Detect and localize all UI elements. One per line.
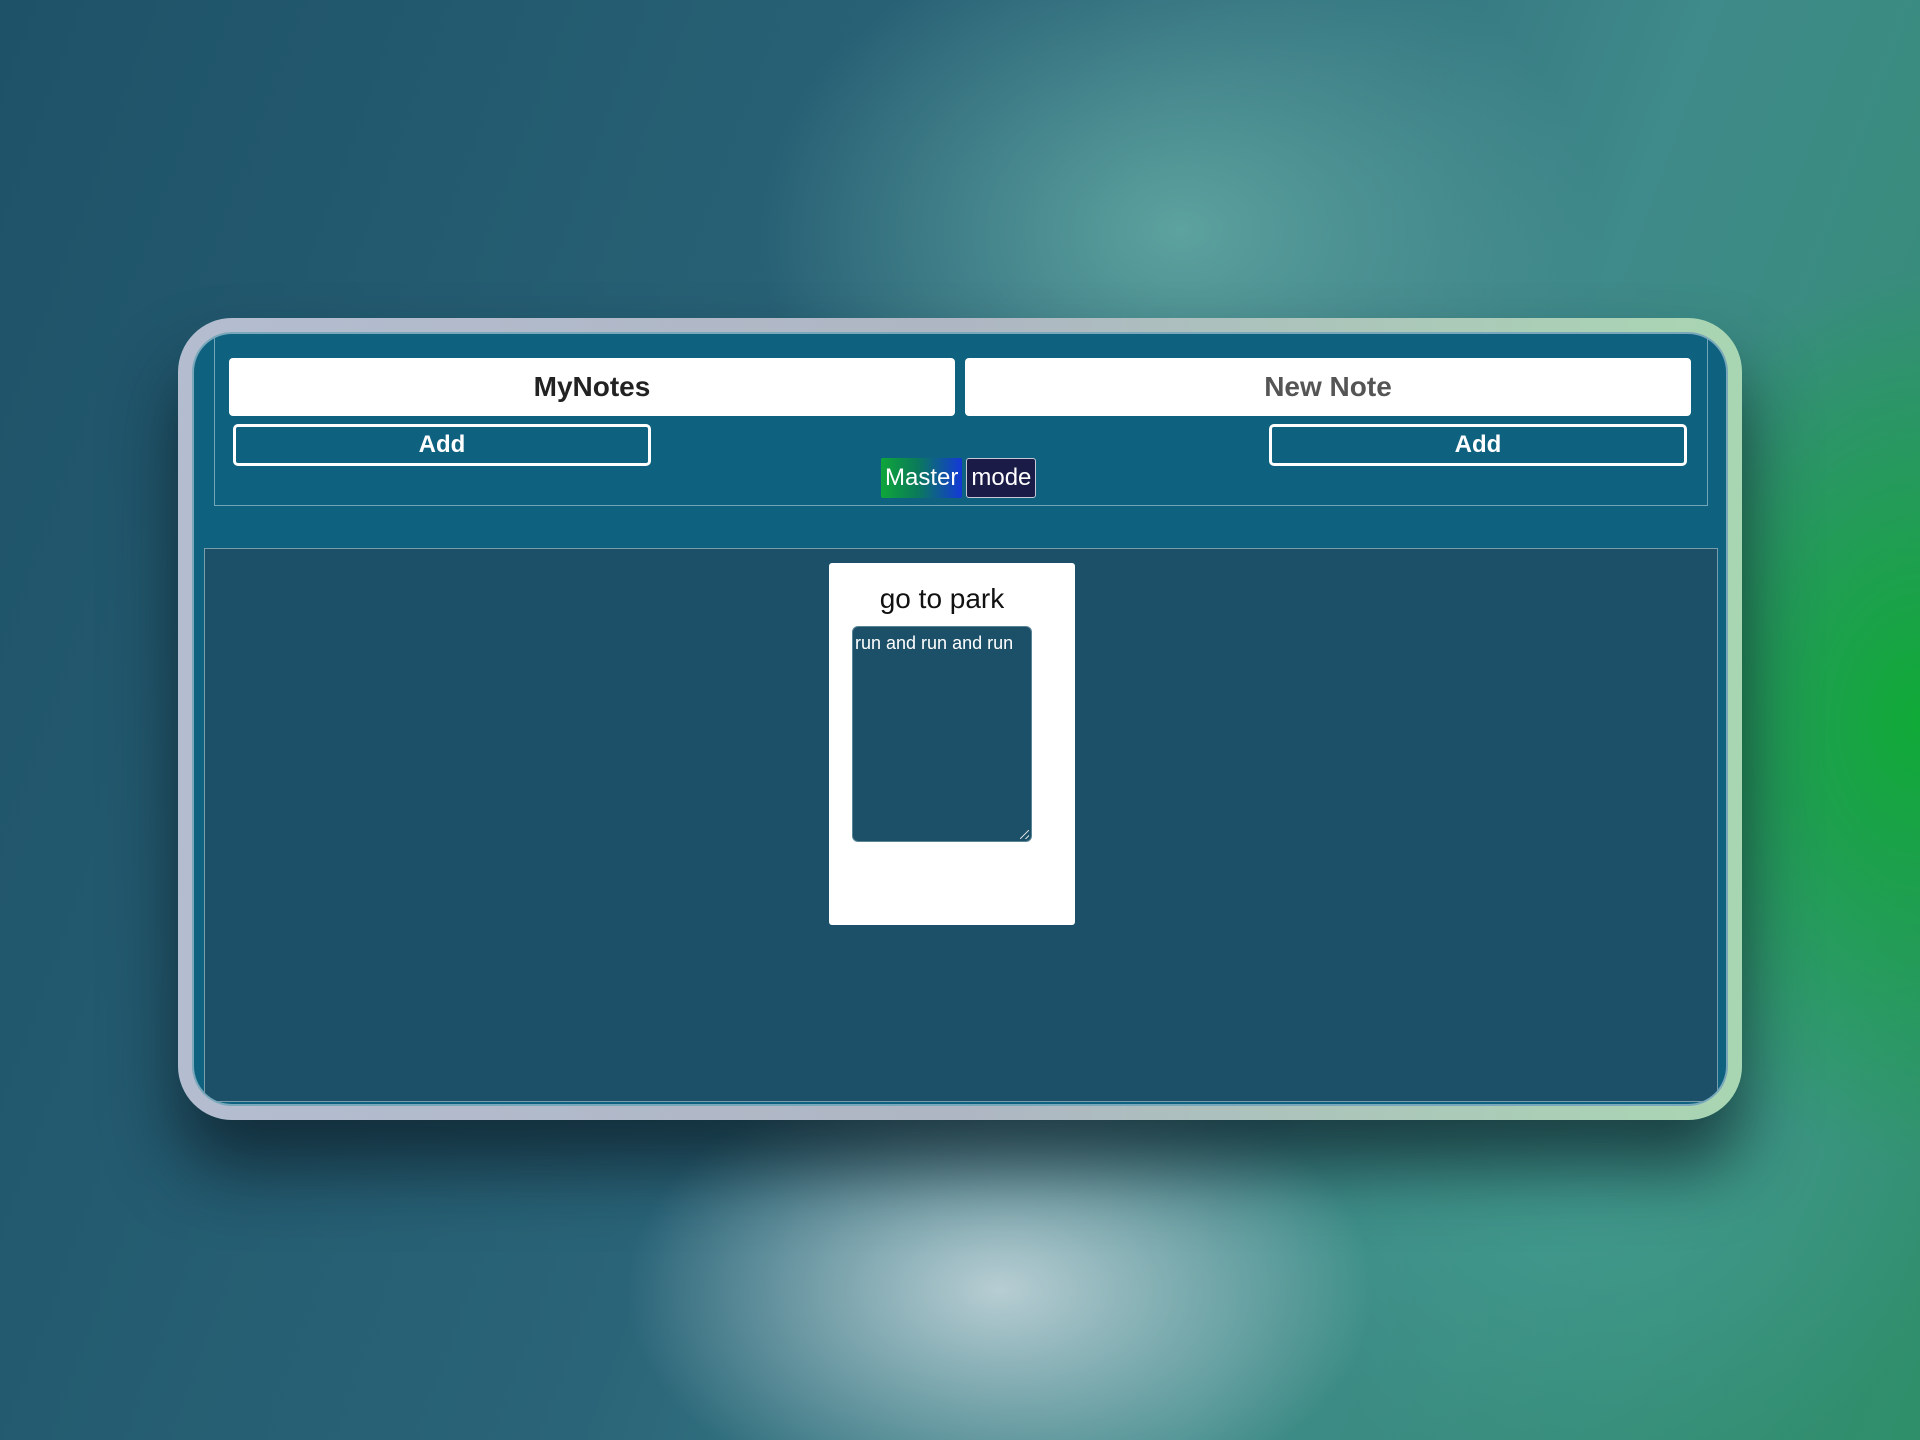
new-note-field[interactable] <box>965 358 1691 416</box>
mode-toggle-group: Master mode <box>881 458 1037 498</box>
app-window: MyNotes Add Add Master mode <box>178 318 1742 1120</box>
add-left-label: Add <box>418 431 466 458</box>
note-title: go to park <box>879 583 1005 614</box>
mode-label: mode <box>971 464 1032 491</box>
master-label: Master <box>885 464 959 491</box>
notes-title-field: MyNotes <box>229 358 955 416</box>
notes-board: go to park run and run and run <box>204 548 1718 1102</box>
add-note-button[interactable]: Add <box>1269 424 1687 466</box>
add-left-button[interactable]: Add <box>233 424 651 466</box>
note-body-text: run and run and run <box>855 633 1014 653</box>
add-note-label: Add <box>1454 431 1502 458</box>
note-body-textarea[interactable]: run and run and run <box>852 626 1032 842</box>
header-panel: MyNotes Add Add Master mode <box>214 336 1708 506</box>
new-note-input[interactable] <box>965 358 1691 416</box>
resize-grip-icon[interactable] <box>1020 830 1029 839</box>
notes-title: MyNotes <box>533 371 651 402</box>
master-button[interactable]: Master <box>881 458 963 498</box>
note-card[interactable]: go to park run and run and run <box>829 563 1075 925</box>
app-content: MyNotes Add Add Master mode <box>192 332 1728 1106</box>
mode-button[interactable]: mode <box>966 458 1037 498</box>
